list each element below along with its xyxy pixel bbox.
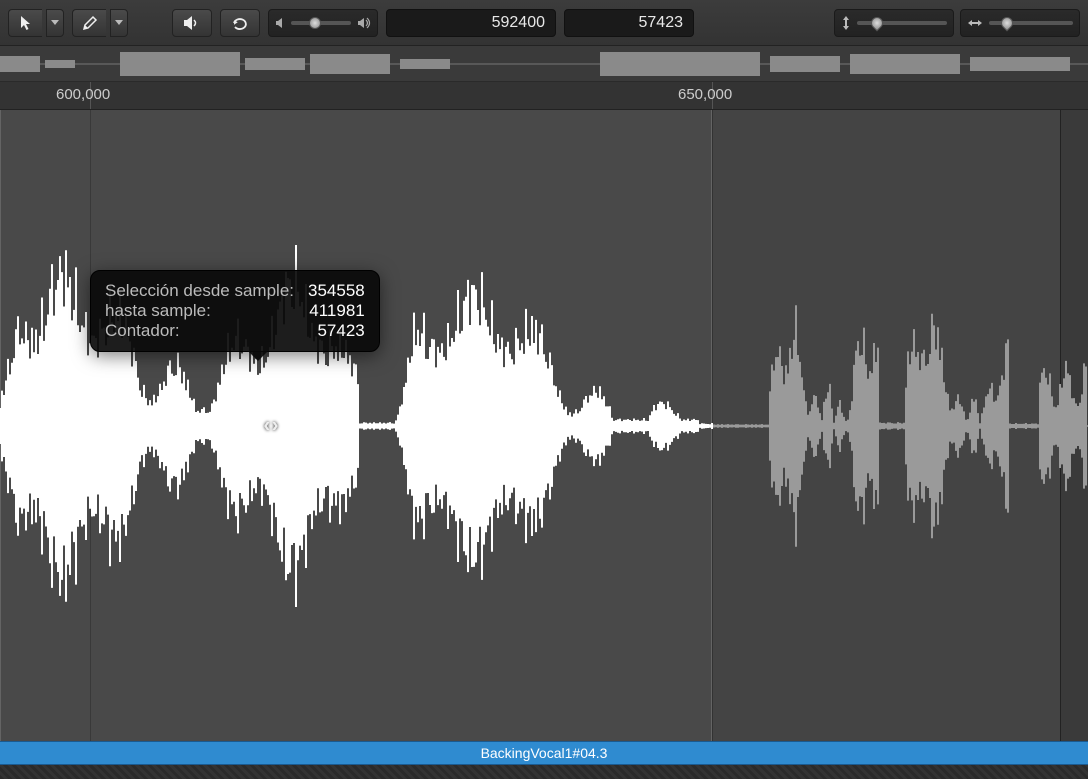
pencil-tool-button[interactable] (72, 9, 106, 37)
vertical-zoom-icon (841, 15, 851, 31)
ruler-tick-1: 650,000 (678, 86, 732, 103)
vertical-zoom-slider[interactable] (834, 9, 954, 37)
region-name-label: BackingVocal1#04.3 (481, 745, 608, 761)
tooltip-count-label: Contador: (105, 321, 180, 341)
ruler-tick-0: 600,000 (56, 86, 110, 103)
pointer-tool-dropdown[interactable] (46, 9, 64, 37)
volume-slider[interactable] (268, 9, 378, 37)
cycle-button[interactable] (220, 9, 260, 37)
tooltip-from-value: 354558 (308, 281, 365, 301)
tooltip-from-label: Selección desde sample: (105, 281, 294, 301)
speaker-min-icon (275, 17, 285, 29)
tooltip-to-label: hasta sample: (105, 301, 211, 321)
pointer-tool-group (8, 9, 64, 37)
speaker-icon (183, 15, 201, 31)
speaker-max-icon (357, 17, 371, 29)
marquee-drag-cursor: ‹ › (264, 414, 277, 437)
pencil-tool-dropdown[interactable] (110, 9, 128, 37)
position-readout[interactable]: 592400 (386, 9, 556, 37)
chevron-down-icon (115, 20, 123, 25)
horizontal-zoom-slider[interactable] (960, 9, 1080, 37)
overview-strip[interactable] (0, 46, 1088, 82)
pencil-icon (82, 15, 98, 31)
horizontal-zoom-icon (967, 18, 983, 28)
cycle-icon (230, 15, 250, 31)
volume-track (291, 21, 351, 25)
toolbar: 592400 57423 (0, 0, 1088, 46)
pointer-icon (19, 15, 33, 31)
selection-tooltip: Selección desde sample: 354558 hasta samp… (90, 270, 380, 352)
waveform-editor[interactable]: ‹ › Selección desde sample: 354558 hasta … (0, 110, 1088, 741)
volume-knob[interactable] (309, 17, 321, 29)
bottom-gutter (0, 765, 1088, 779)
zoom-controls (834, 9, 1080, 37)
preview-button[interactable] (172, 9, 212, 37)
region-name-bar[interactable]: BackingVocal1#04.3 (0, 741, 1088, 765)
pointer-tool-button[interactable] (8, 9, 42, 37)
chevron-down-icon (51, 20, 59, 25)
tooltip-to-value: 411981 (309, 301, 364, 321)
length-readout[interactable]: 57423 (564, 9, 694, 37)
time-ruler[interactable]: 600,000 650,000 (0, 82, 1088, 110)
tooltip-count-value: 57423 (317, 321, 364, 341)
pencil-tool-group (72, 9, 128, 37)
